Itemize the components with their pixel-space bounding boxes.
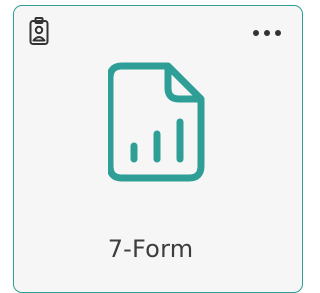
id-badge-icon — [29, 17, 49, 45]
card-title: 7-Form — [107, 235, 194, 263]
file-chart-icon — [108, 62, 205, 182]
form-card[interactable]: 7-Form — [13, 5, 303, 293]
more-options-icon[interactable] — [252, 28, 286, 38]
